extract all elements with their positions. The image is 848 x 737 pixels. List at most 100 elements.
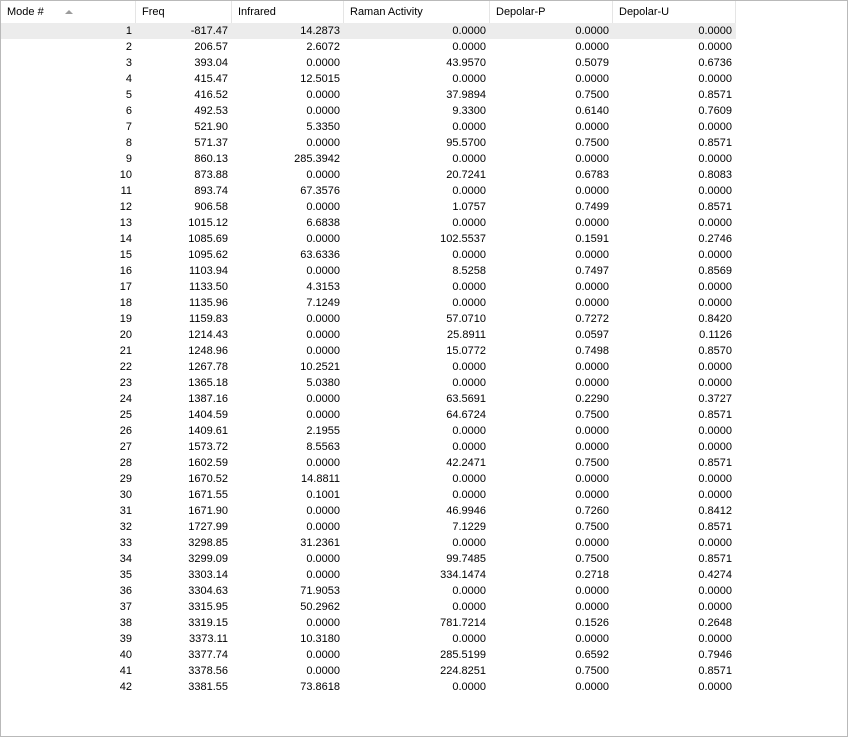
- table-cell: 0.0000: [452, 41, 486, 53]
- table-row[interactable]: 36 3304.63 71.9053 0.0000 0.0000 0.0000: [1, 583, 736, 599]
- table-cell: 63.6336: [300, 249, 340, 261]
- table-row[interactable]: 22 1267.78 10.2521 0.0000 0.0000 0.0000: [1, 359, 736, 375]
- table-row[interactable]: 9 860.13 285.3942 0.0000 0.0000 0.0000: [1, 151, 736, 167]
- table-row[interactable]: 1 -817.47 14.2873 0.0000 0.0000 0.0000: [1, 23, 736, 39]
- table-cell: 0.0000: [698, 249, 732, 261]
- table-row[interactable]: 24 1387.16 0.0000 63.5691 0.2290 0.3727: [1, 391, 736, 407]
- table-cell: 0.0000: [575, 377, 609, 389]
- table-row[interactable]: 42 3381.55 73.8618 0.0000 0.0000 0.0000: [1, 679, 736, 695]
- column-header-label: Depolar-U: [619, 6, 670, 18]
- table-cell: 9.3300: [452, 105, 486, 117]
- table-cell: 12.5015: [300, 73, 340, 85]
- table-cell: 873.88: [194, 169, 228, 181]
- table-row[interactable]: 18 1135.96 7.1249 0.0000 0.0000 0.0000: [1, 295, 736, 311]
- table-row[interactable]: 16 1103.94 0.0000 8.5258 0.7497 0.8569: [1, 263, 736, 279]
- column-header-label: Depolar-P: [496, 6, 546, 18]
- table-row[interactable]: 4 415.47 12.5015 0.0000 0.0000 0.0000: [1, 71, 736, 87]
- table-cell: 71.9053: [300, 585, 340, 597]
- table-row[interactable]: 23 1365.18 5.0380 0.0000 0.0000 0.0000: [1, 375, 736, 391]
- table-cell: 334.1474: [440, 569, 486, 581]
- table-row[interactable]: 14 1085.69 0.0000 102.5537 0.1591 0.2746: [1, 231, 736, 247]
- table-row[interactable]: 30 1671.55 0.1001 0.0000 0.0000 0.0000: [1, 487, 736, 503]
- table-cell: 0.0597: [575, 329, 609, 341]
- table-row[interactable]: 25 1404.59 0.0000 64.6724 0.7500 0.8571: [1, 407, 736, 423]
- table-cell: 14.2873: [300, 25, 340, 37]
- table-row[interactable]: 28 1602.59 0.0000 42.2471 0.7500 0.8571: [1, 455, 736, 471]
- table-cell: 0.2290: [575, 393, 609, 405]
- table-row[interactable]: 32 1727.99 0.0000 7.1229 0.7500 0.8571: [1, 519, 736, 535]
- table-cell: 0.0000: [698, 73, 732, 85]
- table-cell: 0.0000: [452, 25, 486, 37]
- column-header-raman-activity[interactable]: Raman Activity: [344, 1, 490, 23]
- table-row[interactable]: 13 1015.12 6.6838 0.0000 0.0000 0.0000: [1, 215, 736, 231]
- table-row[interactable]: 5 416.52 0.0000 37.9894 0.7500 0.8571: [1, 87, 736, 103]
- table-cell: 0.0000: [452, 537, 486, 549]
- table-row[interactable]: 35 3303.14 0.0000 334.1474 0.2718 0.4274: [1, 567, 736, 583]
- table-cell: 0.0000: [306, 409, 340, 421]
- table-row[interactable]: 2 206.57 2.6072 0.0000 0.0000 0.0000: [1, 39, 736, 55]
- table-row[interactable]: 26 1409.61 2.1955 0.0000 0.0000 0.0000: [1, 423, 736, 439]
- table-cell: 1573.72: [188, 441, 228, 453]
- table-cell: 14.8811: [301, 473, 340, 485]
- table-cell: 1133.50: [189, 281, 228, 293]
- table-row[interactable]: 12 906.58 0.0000 1.0757 0.7499 0.8571: [1, 199, 736, 215]
- table-row[interactable]: 10 873.88 0.0000 20.7241 0.6783 0.8083: [1, 167, 736, 183]
- table-row[interactable]: 38 3319.15 0.0000 781.7214 0.1526 0.2648: [1, 615, 736, 631]
- table-cell: 285.3942: [294, 153, 340, 165]
- table-row[interactable]: 3 393.04 0.0000 43.9570 0.5079 0.6736: [1, 55, 736, 71]
- table-row[interactable]: 7 521.90 5.3350 0.0000 0.0000 0.0000: [1, 119, 736, 135]
- table-row[interactable]: 21 1248.96 0.0000 15.0772 0.7498 0.8570: [1, 343, 736, 359]
- table-cell: 40: [119, 649, 132, 661]
- table-cell: 1015.12: [188, 217, 228, 229]
- table-row[interactable]: 37 3315.95 50.2962 0.0000 0.0000 0.0000: [1, 599, 736, 615]
- table-cell: 0.0000: [306, 313, 340, 325]
- table-cell: 0.0000: [575, 585, 609, 597]
- table-cell: 50.2962: [300, 601, 340, 613]
- table-row[interactable]: 27 1573.72 8.5563 0.0000 0.0000 0.0000: [1, 439, 736, 455]
- table-cell: 492.53: [194, 105, 228, 117]
- table-row[interactable]: 6 492.53 0.0000 9.3300 0.6140 0.7609: [1, 103, 736, 119]
- table-cell: 31: [119, 505, 132, 517]
- column-header-label: Raman Activity: [350, 6, 423, 18]
- table-cell: 415.47: [194, 73, 228, 85]
- table-cell: 8.5563: [306, 441, 340, 453]
- table-cell: 0.0000: [452, 361, 486, 373]
- table-cell: 0.8412: [698, 505, 732, 517]
- table-cell: 0.1001: [306, 489, 340, 501]
- table-cell: 0.0000: [452, 185, 486, 197]
- table-cell: 0.0000: [306, 105, 340, 117]
- table-cell: 0.0000: [698, 297, 732, 309]
- table-row[interactable]: 41 3378.56 0.0000 224.8251 0.7500 0.8571: [1, 663, 736, 679]
- table-row[interactable]: 40 3377.74 0.0000 285.5199 0.6592 0.7946: [1, 647, 736, 663]
- table-cell: 0.0000: [575, 25, 609, 37]
- table-cell: 0.0000: [575, 41, 609, 53]
- table-row[interactable]: 17 1133.50 4.3153 0.0000 0.0000 0.0000: [1, 279, 736, 295]
- column-header-depolar-u[interactable]: Depolar-U: [613, 1, 736, 23]
- table-cell: 860.13: [194, 153, 228, 165]
- table-row[interactable]: 29 1670.52 14.8811 0.0000 0.0000 0.0000: [1, 471, 736, 487]
- column-header-mode[interactable]: Mode #: [1, 1, 136, 23]
- table-cell: 0.8570: [698, 345, 732, 357]
- table-cell: 906.58: [194, 201, 228, 213]
- table-cell: 1085.69: [188, 233, 228, 245]
- table-row[interactable]: 19 1159.83 0.0000 57.0710 0.7272 0.8420: [1, 311, 736, 327]
- table-cell: 63.5691: [446, 393, 486, 405]
- table-cell: 0.0000: [306, 553, 340, 565]
- table-row[interactable]: 15 1095.62 63.6336 0.0000 0.0000 0.0000: [1, 247, 736, 263]
- column-header-infrared[interactable]: Infrared: [232, 1, 344, 23]
- column-header-depolar-p[interactable]: Depolar-P: [490, 1, 613, 23]
- table-cell: 0.0000: [452, 441, 486, 453]
- table-row[interactable]: 20 1214.43 0.0000 25.8911 0.0597 0.1126: [1, 327, 736, 343]
- table-row[interactable]: 11 893.74 67.3576 0.0000 0.0000 0.0000: [1, 183, 736, 199]
- table-cell: 42: [119, 681, 132, 693]
- table-cell: 0.7609: [698, 105, 732, 117]
- table-row[interactable]: 33 3298.85 31.2361 0.0000 0.0000 0.0000: [1, 535, 736, 551]
- table-cell: 0.0000: [698, 377, 732, 389]
- table-row[interactable]: 34 3299.09 0.0000 99.7485 0.7500 0.8571: [1, 551, 736, 567]
- table-row[interactable]: 31 1671.90 0.0000 46.9946 0.7260 0.8412: [1, 503, 736, 519]
- table-cell: 0.0000: [698, 633, 732, 645]
- table-cell: 0.8571: [698, 457, 732, 469]
- column-header-freq[interactable]: Freq: [136, 1, 232, 23]
- table-row[interactable]: 39 3373.11 10.3180 0.0000 0.0000 0.0000: [1, 631, 736, 647]
- table-row[interactable]: 8 571.37 0.0000 95.5700 0.7500 0.8571: [1, 135, 736, 151]
